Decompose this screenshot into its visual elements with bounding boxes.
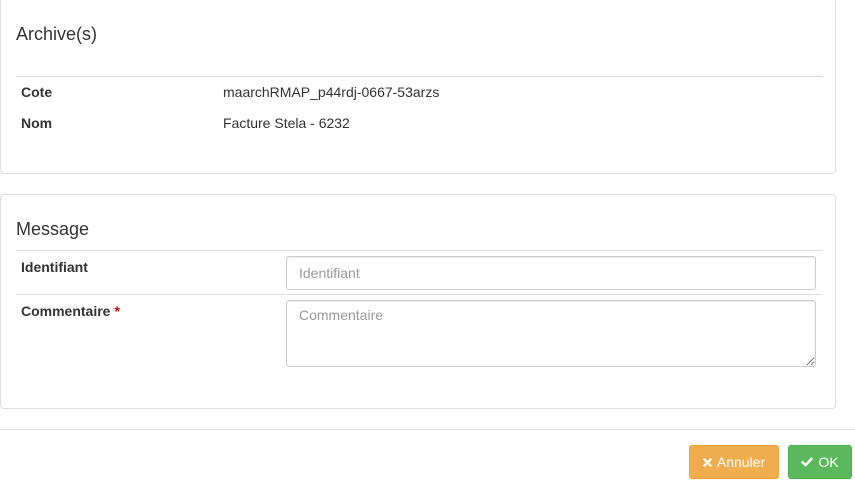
- cancel-button-label: Annuler: [716, 454, 766, 470]
- nom-label: Nom: [21, 115, 53, 131]
- message-title: Message: [16, 219, 90, 239]
- archives-panel: Archive(s) Cote maarchRMAP_p44rdj-0667-5…: [0, 0, 836, 174]
- table-row: Cote maarchRMAP_p44rdj-0667-53arzs: [16, 76, 822, 108]
- identifiant-input[interactable]: [286, 256, 816, 290]
- required-marker: *: [114, 303, 120, 319]
- commentaire-label: Commentaire *: [21, 303, 120, 319]
- ok-button[interactable]: OK: [788, 445, 852, 479]
- archives-title: Archive(s): [16, 24, 98, 44]
- times-icon: [703, 457, 712, 467]
- cote-label: Cote: [21, 84, 53, 100]
- ok-button-label: OK: [818, 454, 839, 470]
- cancel-button[interactable]: Annuler: [689, 445, 779, 479]
- commentaire-textarea[interactable]: [286, 300, 816, 367]
- check-icon: [801, 457, 814, 467]
- cote-value: maarchRMAP_p44rdj-0667-53arzs: [223, 84, 440, 100]
- identifiant-label: Identifiant: [21, 259, 88, 275]
- nom-value: Facture Stela - 6232: [223, 115, 350, 131]
- commentaire-label-text: Commentaire: [21, 303, 111, 319]
- footer-divider: [0, 429, 855, 430]
- table-row: Nom Facture Stela - 6232: [16, 108, 822, 140]
